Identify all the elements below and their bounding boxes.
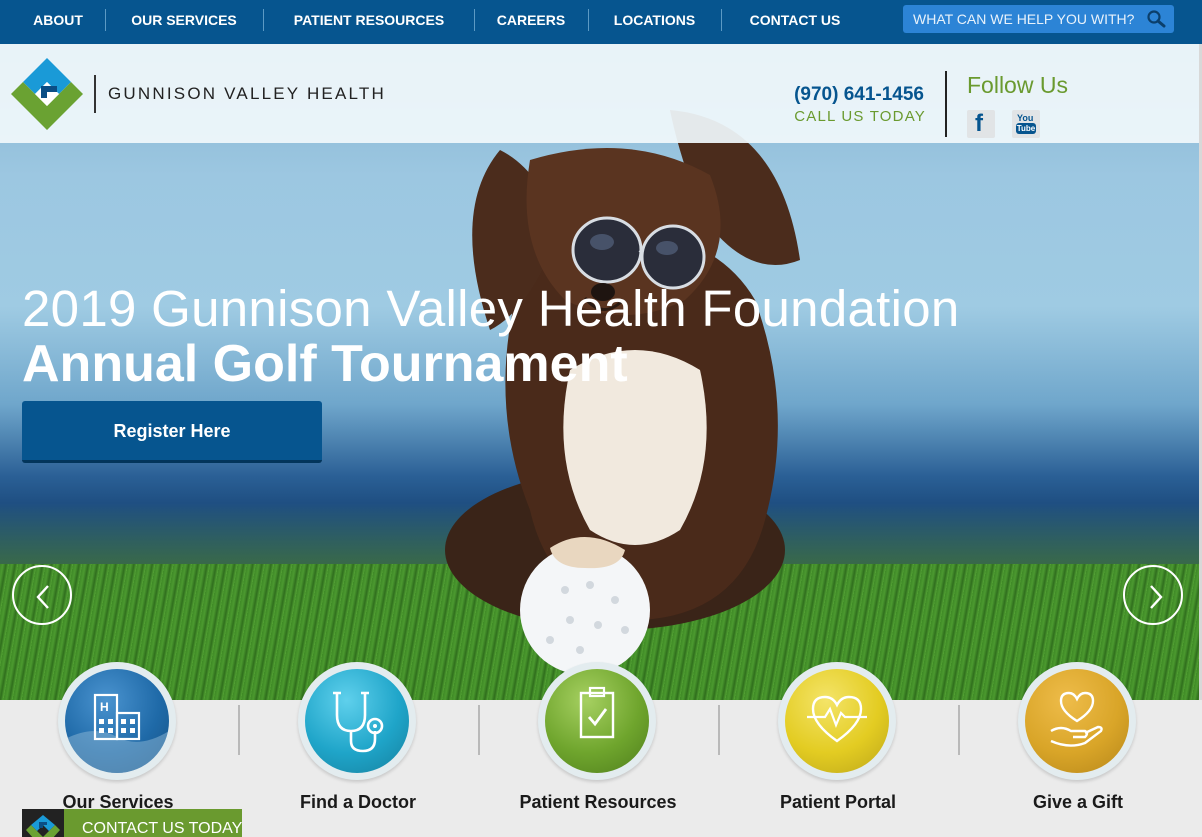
nav-locations[interactable]: LOCATIONS <box>603 0 706 42</box>
hero-title: 2019 Gunnison Valley Health Foundation <box>22 280 960 337</box>
quick-link-image <box>545 669 649 773</box>
quick-link-label: Patient Resources <box>519 792 677 812</box>
gvh-logo-icon <box>26 815 60 837</box>
carousel-prev-button[interactable] <box>12 565 72 625</box>
quick-link-circle: H <box>58 662 176 780</box>
carousel-next-button[interactable] <box>1123 565 1183 625</box>
chevron-left-icon <box>36 585 49 609</box>
quick-link-image: H <box>65 669 169 773</box>
top-navigation: ABOUT OUR SERVICES PATIENT RESOURCES CAR… <box>0 0 1202 44</box>
nav-careers[interactable]: CAREERS <box>490 0 572 42</box>
chevron-right-icon <box>1150 585 1163 609</box>
quick-link-circle <box>1018 662 1136 780</box>
quick-link-patient-resources[interactable]: Patient Resources <box>478 662 718 837</box>
svg-text:H: H <box>100 700 109 714</box>
nav-our-services[interactable]: OUR SERVICES <box>120 0 248 42</box>
nav-patient-resources[interactable]: PATIENT RESOURCES <box>282 0 456 42</box>
search-icon[interactable] <box>1146 9 1168 29</box>
nav-divider <box>105 9 106 31</box>
follow-us-heading: Follow Us <box>967 72 1068 98</box>
quick-link-find-a-doctor[interactable]: Find a Doctor <box>238 662 478 837</box>
brand-name[interactable]: GUNNISON VALLEY HEALTH <box>108 84 386 104</box>
heart-pulse-icon <box>807 695 867 743</box>
quick-link-circle <box>538 662 656 780</box>
quick-link-patient-portal[interactable]: Patient Portal <box>718 662 958 837</box>
nav-contact-us[interactable]: CONTACT US <box>740 0 850 42</box>
quick-link-image <box>785 669 889 773</box>
register-here-button[interactable]: Register Here <box>22 401 322 463</box>
hero-subtitle: Annual Golf Tournament <box>22 335 628 393</box>
nav-divider <box>474 9 475 31</box>
contact-us-today-label: CONTACT US TODAY <box>82 820 242 837</box>
header-divider <box>945 71 947 137</box>
nav-divider <box>263 9 264 31</box>
facebook-icon[interactable]: f <box>967 110 995 138</box>
contact-sticky-logo <box>22 809 64 837</box>
logo-divider <box>94 75 96 113</box>
youtube-icon[interactable]: You Tube <box>1012 110 1040 138</box>
quick-link-label: Find a Doctor <box>300 792 416 812</box>
nav-divider <box>721 9 722 31</box>
stethoscope-icon <box>333 691 384 753</box>
clipboard-check-icon <box>579 686 615 739</box>
phone-number[interactable]: (970) 641-1456 <box>794 84 924 106</box>
contact-us-today-button[interactable]: CONTACT US TODAY <box>22 809 242 837</box>
nav-about[interactable]: ABOUT <box>22 0 94 42</box>
quick-link-label: Patient Portal <box>779 792 897 812</box>
quick-link-give-a-gift[interactable]: Give a Gift <box>958 662 1198 837</box>
search-box <box>903 5 1174 33</box>
heart-hand-icon <box>1050 691 1103 747</box>
quick-link-circle <box>298 662 416 780</box>
nav-divider <box>588 9 589 31</box>
hospital-building-icon: H <box>65 693 169 773</box>
gvh-logo-icon[interactable] <box>9 56 85 132</box>
call-us-today-label: CALL US TODAY <box>794 108 926 125</box>
quick-link-image <box>305 669 409 773</box>
quick-link-image <box>1025 669 1129 773</box>
quick-link-circle <box>778 662 896 780</box>
search-input[interactable] <box>903 5 1143 33</box>
quick-link-label: Give a Gift <box>1032 792 1124 812</box>
